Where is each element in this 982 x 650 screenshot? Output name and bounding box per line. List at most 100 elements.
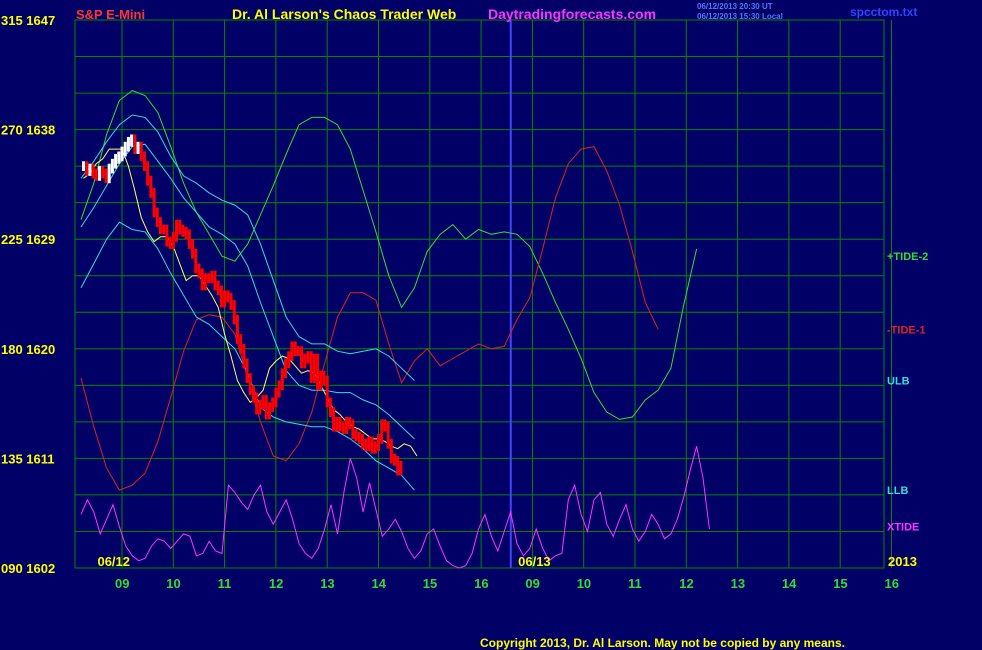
price-bar (277, 380, 281, 398)
x-tick-label: 12 (269, 576, 283, 591)
chart-title: Dr. Al Larson's Chaos Trader Web (232, 6, 456, 22)
price-bar (213, 270, 217, 291)
price-bar (344, 416, 348, 435)
chart-window: 315 1647 270 1638 225 1629 180 1620 135 1611… (0, 0, 982, 650)
price-bar (383, 419, 387, 432)
price-bar (210, 270, 214, 284)
y-tick-label: 135 1611 (1, 451, 55, 466)
price-bar (328, 397, 332, 417)
price-bar (303, 353, 307, 369)
price-bar (274, 387, 278, 408)
price-bar (300, 346, 304, 369)
price-bar (216, 280, 220, 296)
price-bar (251, 385, 255, 403)
y-tick-label: 315 1647 (1, 13, 55, 28)
price-bar (191, 239, 195, 259)
price-bar (168, 236, 172, 249)
price-bar (146, 161, 150, 186)
price-bar (399, 460, 403, 476)
series-mid-line (80, 143, 415, 440)
price-bar (354, 429, 358, 442)
price-bar (287, 351, 291, 369)
series-label: XTIDE (887, 522, 919, 534)
price-bar (85, 161, 89, 176)
price-bar (341, 421, 345, 435)
date-label: 06/13 (518, 554, 551, 569)
x-tick-label: 16 (474, 576, 488, 591)
y-tick-label: 180 1620 (1, 342, 55, 357)
price-bar (223, 290, 227, 308)
price-bar (219, 285, 223, 308)
price-bar (351, 419, 355, 439)
price-bar (187, 229, 191, 249)
price-bar (335, 416, 339, 432)
price-bar (386, 421, 390, 449)
price-bar (235, 314, 239, 344)
price-bar (364, 438, 368, 452)
price-bar (226, 290, 230, 303)
x-tick-label: 11 (218, 576, 232, 591)
price-bar (325, 375, 329, 408)
price-bar (114, 153, 118, 169)
y-tick-label: 225 1629 (1, 232, 55, 247)
price-bar (165, 224, 169, 247)
price-bar (82, 161, 86, 172)
x-tick-label: 14 (372, 576, 387, 591)
price-bar (139, 141, 143, 162)
series-ulb-line (80, 114, 415, 381)
price-bar (101, 166, 105, 179)
price-bar (309, 351, 313, 383)
price-bar (322, 370, 326, 386)
date-label: 06/12 (97, 554, 130, 569)
price-bar (126, 136, 130, 152)
x-tick-label: 09 (525, 576, 539, 591)
price-bar (181, 224, 185, 237)
price-bar (110, 158, 114, 174)
price-bar (258, 399, 262, 415)
price-bar (242, 343, 246, 369)
price-bar (200, 268, 204, 291)
price-bar (293, 341, 297, 357)
x-tick-label: 14 (782, 576, 797, 591)
price-bar (296, 346, 300, 357)
price-bar (284, 358, 288, 379)
price-bar (267, 402, 271, 420)
series-label: ULB (887, 375, 910, 387)
year-label: 2013 (888, 554, 917, 569)
price-bar (370, 436, 374, 454)
x-tick-label: 13 (320, 576, 334, 591)
price-bar (178, 219, 182, 235)
series-label: +TIDE-2 (887, 251, 928, 263)
price-bar (290, 341, 294, 361)
price-bar (104, 168, 108, 184)
price-bar (338, 416, 342, 432)
grid (74, 19, 892, 569)
price-bar (393, 453, 397, 466)
instrument-label: S&P E-Mini (76, 7, 145, 22)
price-bar (380, 419, 384, 444)
price-bar (152, 188, 156, 218)
price-bar (155, 207, 159, 228)
price-bar (271, 397, 275, 413)
x-tick-label: 12 (679, 576, 693, 591)
price-bar (232, 300, 236, 325)
price-bar (306, 351, 310, 364)
price-bar (261, 395, 265, 410)
plot-frame (74, 19, 885, 569)
price-bar (107, 163, 111, 184)
x-tick-label: 16 (885, 576, 899, 591)
x-tick-label: 10 (577, 576, 591, 591)
x-tick-label: 10 (166, 576, 180, 591)
price-bar (117, 151, 121, 164)
price-bar (98, 166, 102, 181)
price-bar (357, 431, 361, 444)
series-layer (80, 90, 710, 569)
price-bar (123, 141, 127, 157)
file-name: spcctom.txt (850, 5, 917, 19)
price-bar (264, 395, 268, 420)
price-bar (312, 353, 316, 383)
price-bar (120, 146, 124, 162)
price-bar (149, 175, 153, 198)
price-bar (319, 370, 323, 391)
price-bar (158, 217, 162, 235)
